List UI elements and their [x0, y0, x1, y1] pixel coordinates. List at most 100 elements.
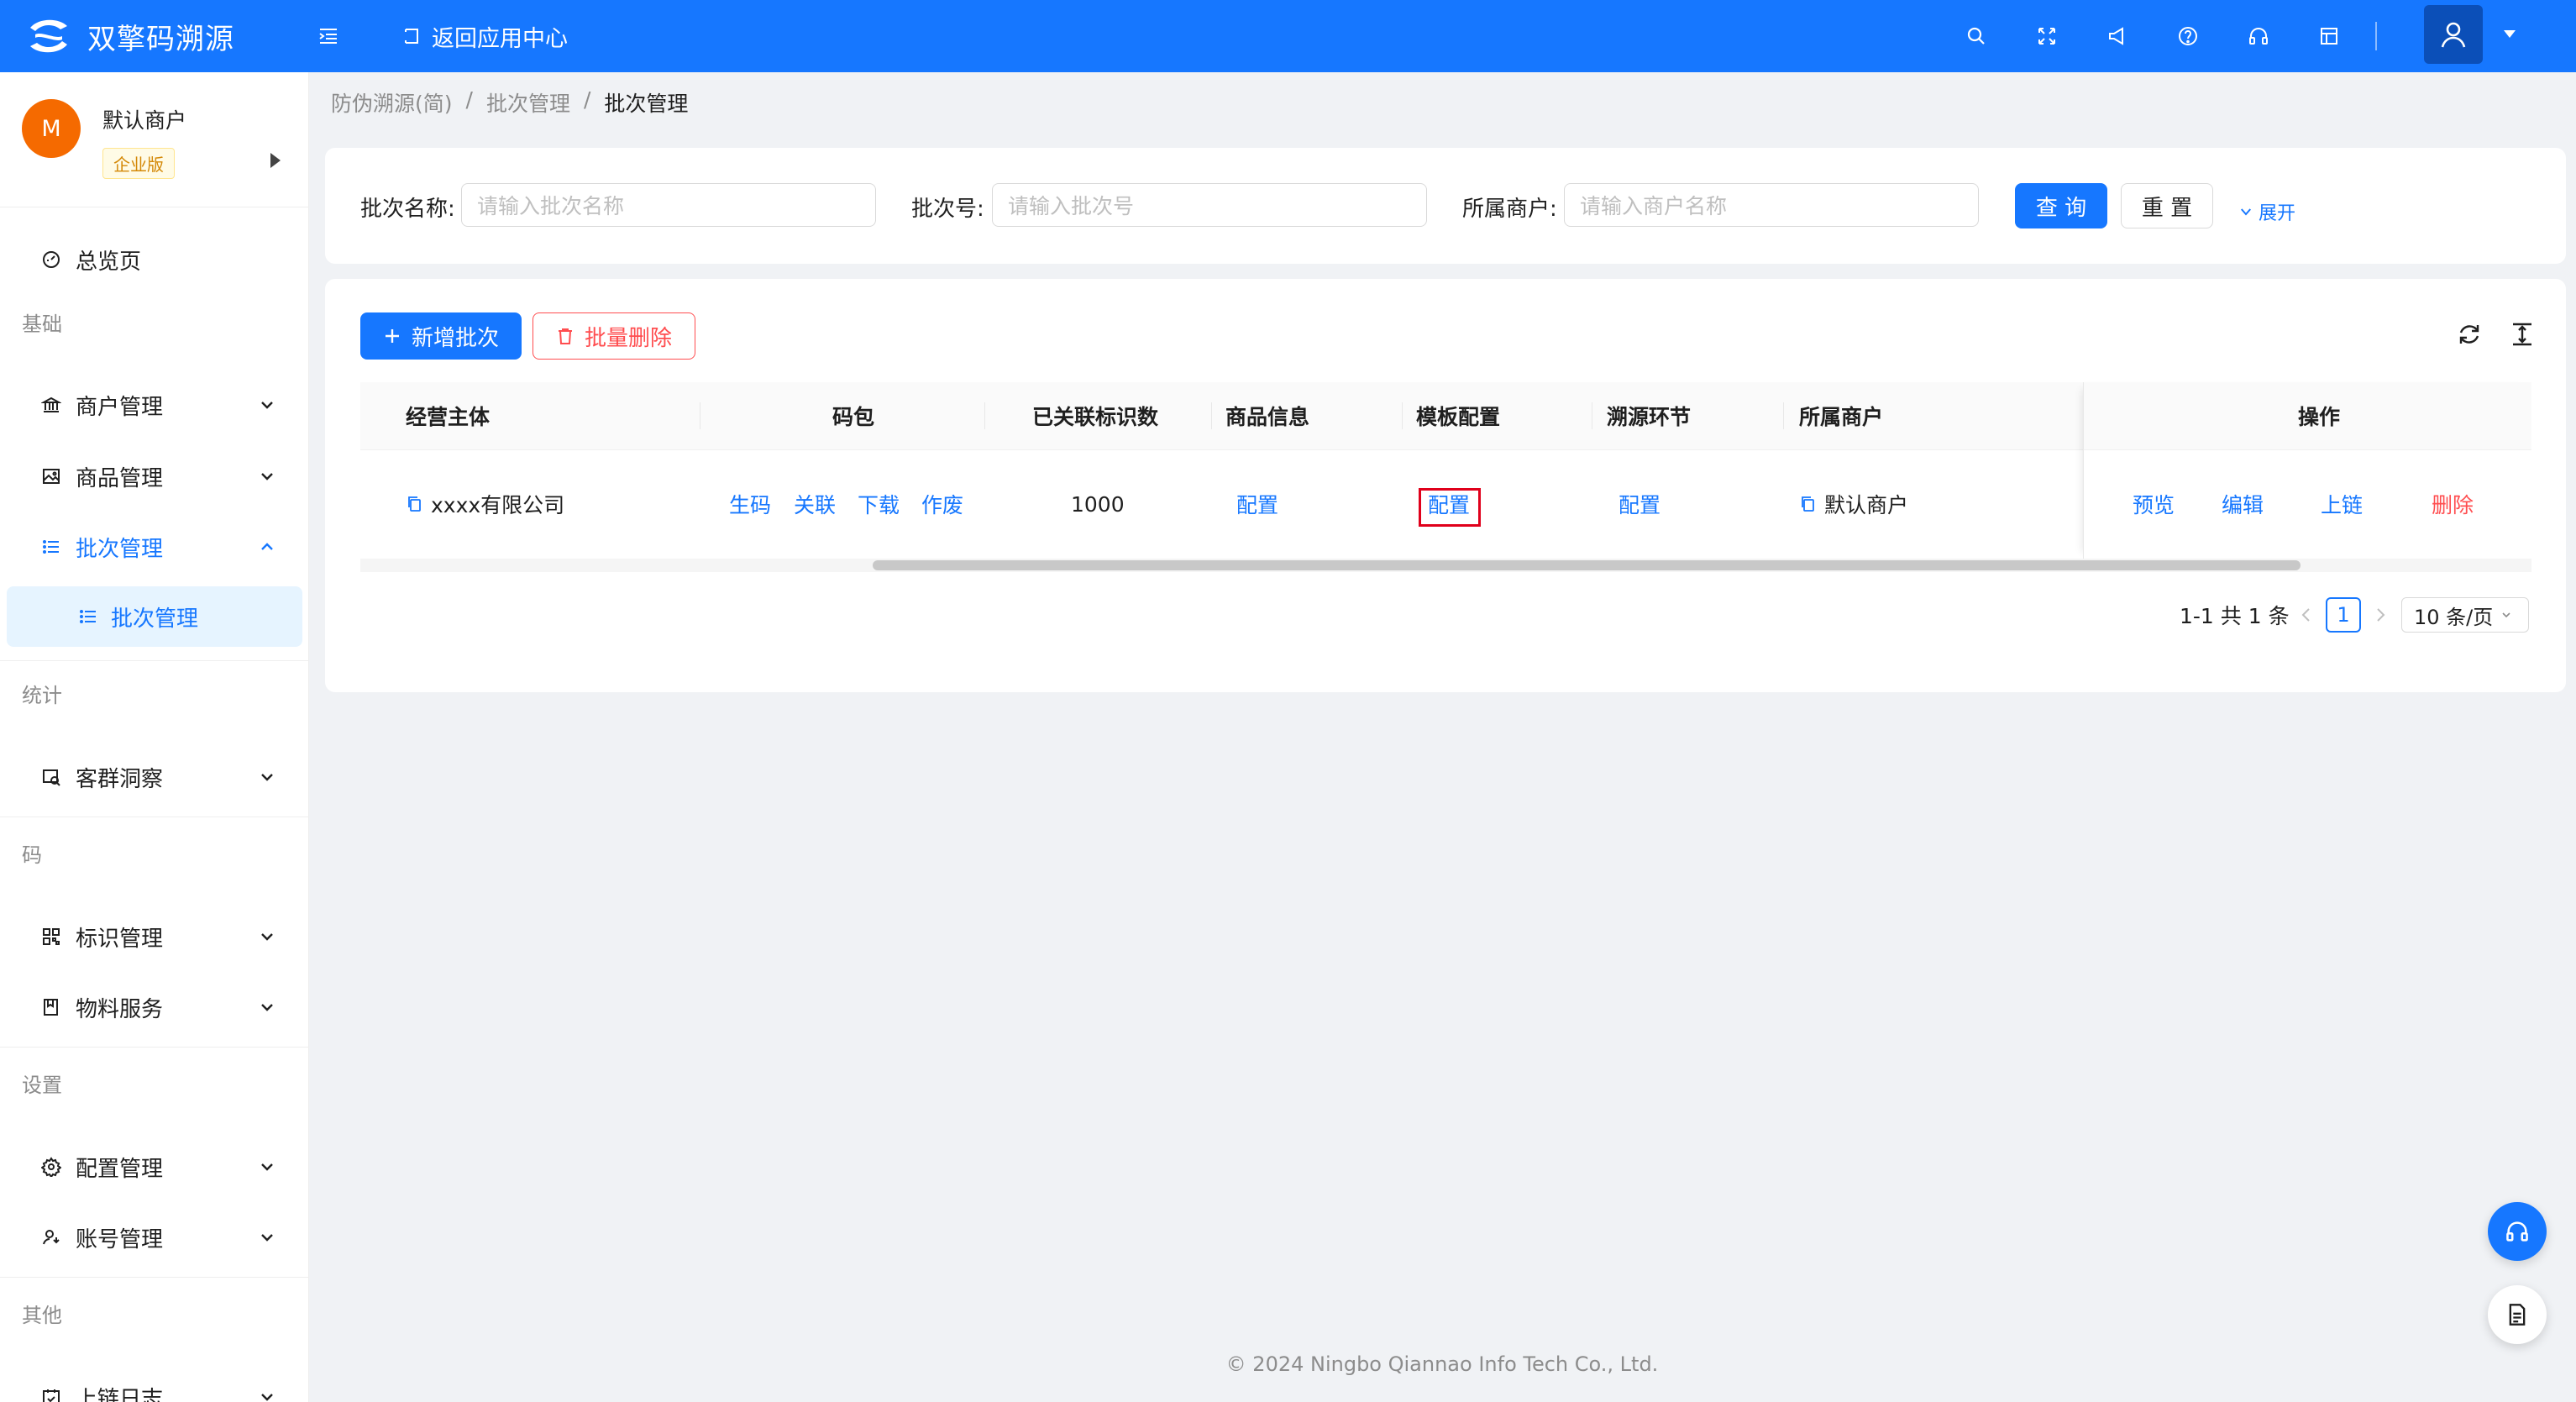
- code-pack-generate[interactable]: 生码: [729, 449, 771, 559]
- prev-page-icon[interactable]: [2299, 606, 2314, 627]
- breadcrumb-separator: /: [583, 87, 591, 112]
- merchant-avatar: M: [22, 99, 81, 158]
- sidebar-item-account-mgmt[interactable]: 账号管理: [0, 1208, 308, 1267]
- query-button[interactable]: 查 询: [2015, 183, 2107, 228]
- reset-button[interactable]: 重 置: [2121, 183, 2213, 228]
- picture-icon: [39, 464, 64, 489]
- support-float-button[interactable]: [2488, 1202, 2547, 1261]
- chevron-down-icon: [261, 1163, 273, 1171]
- copy-icon[interactable]: [1799, 495, 1818, 513]
- trace-step-config-link[interactable]: 配置: [1619, 449, 1660, 559]
- divider: [0, 1277, 308, 1278]
- pagination-summary: 1-1 共 1 条: [2180, 604, 2290, 628]
- group-label-stats: 统计: [22, 684, 62, 707]
- edition-badge: 企业版: [102, 148, 175, 179]
- breadcrumb-item[interactable]: 批次管理: [486, 87, 570, 118]
- copy-icon[interactable]: [406, 495, 424, 513]
- caret-right-icon: [270, 153, 281, 168]
- add-batch-label: 新增批次: [411, 325, 499, 351]
- app-name: 双擎码溯源: [87, 22, 234, 56]
- breadcrumb-item[interactable]: 防伪溯源(简): [331, 87, 453, 118]
- caret-down-icon[interactable]: [2501, 25, 2518, 45]
- divider: [0, 1047, 308, 1048]
- app-logo[interactable]: 双擎码溯源: [25, 12, 234, 60]
- breadcrumb-separator: /: [465, 87, 473, 112]
- search-icon[interactable]: [1962, 22, 1991, 50]
- search-form: 批次名称: 请输入批次名称 批次号: 请输入批次号 所属商户: 请输入商户名称 …: [325, 148, 2566, 264]
- column-header-code-pack: 码包: [832, 405, 875, 429]
- chevron-down-icon: [2502, 612, 2510, 618]
- column-header-entity: 经营主体: [406, 405, 491, 429]
- sidebar-item-material-service[interactable]: 物料服务: [0, 978, 308, 1037]
- sidebar-item-label: 批次管理: [76, 536, 164, 562]
- scrollbar-thumb[interactable]: [873, 560, 2301, 570]
- sidebar-item-tag-mgmt[interactable]: 标识管理: [0, 907, 308, 966]
- layout-icon[interactable]: [2315, 22, 2343, 50]
- column-separator: [1402, 402, 1403, 429]
- add-batch-button[interactable]: 新增批次: [360, 312, 522, 360]
- chevron-down-icon: [261, 933, 273, 941]
- merchant-name: 默认商户: [1824, 493, 1909, 517]
- sidebar-subitem-batch-mgmt[interactable]: 批次管理: [7, 586, 302, 647]
- chevron-down-icon: [261, 774, 273, 781]
- sidebar-item-label: 商户管理: [76, 394, 164, 420]
- headset-icon[interactable]: [2244, 22, 2273, 50]
- expand-toggle[interactable]: 展开: [2238, 198, 2295, 225]
- batch-no-input[interactable]: 请输入批次号: [992, 183, 1427, 227]
- group-label-other: 其他: [22, 1304, 62, 1327]
- sidebar-item-product-mgmt[interactable]: 商品管理: [0, 447, 308, 506]
- document-float-button[interactable]: [2488, 1285, 2547, 1344]
- top-header: 双擎码溯源 返回应用中心: [0, 0, 2576, 72]
- next-page-icon[interactable]: [2373, 606, 2388, 627]
- reload-icon[interactable]: [2456, 321, 2483, 351]
- sidebar-item-customer-insight[interactable]: 客群洞察: [0, 748, 308, 806]
- back-label: 返回应用中心: [432, 25, 568, 52]
- chevron-down-icon: [2241, 208, 2251, 216]
- headset-icon: [2506, 1221, 2528, 1242]
- product-info-config-link[interactable]: 配置: [1236, 449, 1278, 559]
- back-to-app-center[interactable]: 返回应用中心: [401, 18, 568, 54]
- batch-no-label: 批次号:: [911, 197, 984, 222]
- menu-fold-icon[interactable]: [314, 22, 343, 50]
- sidebar-item-merchant-mgmt[interactable]: 商户管理: [0, 375, 308, 434]
- sidebar-item-label: 总览页: [76, 249, 142, 275]
- sidebar-item-label: 商品管理: [76, 465, 164, 491]
- help-icon[interactable]: [2174, 22, 2202, 50]
- column-header-trace-step: 溯源环节: [1607, 405, 1692, 429]
- sidebar-item-label: 标识管理: [76, 926, 164, 952]
- sidebar-item-config-mgmt[interactable]: 配置管理: [0, 1137, 308, 1196]
- page-1[interactable]: 1: [2326, 597, 2361, 633]
- divider: [0, 660, 308, 661]
- group-label-code: 码: [22, 843, 42, 867]
- batch-name-label: 批次名称:: [360, 197, 455, 222]
- sidebar: M 默认商户 企业版 总览页 基础 商户管理 商品管理 批次管理 批次管理 统计…: [0, 72, 309, 1402]
- notification-icon[interactable]: [2103, 22, 2132, 50]
- chevron-down-icon: [261, 1234, 273, 1242]
- batch-name-input[interactable]: 请输入批次名称: [461, 183, 876, 227]
- batch-delete-label: 批量删除: [584, 325, 672, 351]
- dashboard-icon: [39, 247, 64, 272]
- gear-icon: [39, 1154, 64, 1179]
- chevron-down-icon: [261, 1004, 273, 1011]
- user-avatar[interactable]: [2424, 5, 2483, 64]
- back-icon: [405, 29, 418, 44]
- chevron-down-icon: [261, 1394, 273, 1401]
- expand-label: 展开: [2259, 203, 2296, 224]
- code-pack-link[interactable]: 关联: [794, 449, 836, 559]
- sidebar-item-label: 客群洞察: [76, 766, 164, 792]
- logo-icon: [30, 19, 67, 53]
- merchant-switcher[interactable]: M 默认商户 企业版: [0, 72, 308, 207]
- chevron-up-icon: [261, 543, 273, 550]
- code-pack-void[interactable]: 作废: [921, 449, 963, 559]
- batch-delete-button[interactable]: 批量删除: [533, 312, 695, 360]
- merchant-input[interactable]: 请输入商户名称: [1564, 183, 1979, 227]
- header-divider: [2375, 22, 2377, 50]
- sidebar-item-batch-mgmt[interactable]: 批次管理: [0, 517, 308, 576]
- page-size-select[interactable]: 10 条/页: [2401, 597, 2529, 633]
- linked-count-value: 1000: [1071, 491, 1125, 517]
- code-pack-download[interactable]: 下载: [858, 449, 900, 559]
- column-height-icon[interactable]: [2509, 321, 2536, 351]
- sidebar-item-overview[interactable]: 总览页: [0, 230, 308, 289]
- list-icon: [76, 604, 101, 629]
- fullscreen-icon[interactable]: [2033, 22, 2061, 50]
